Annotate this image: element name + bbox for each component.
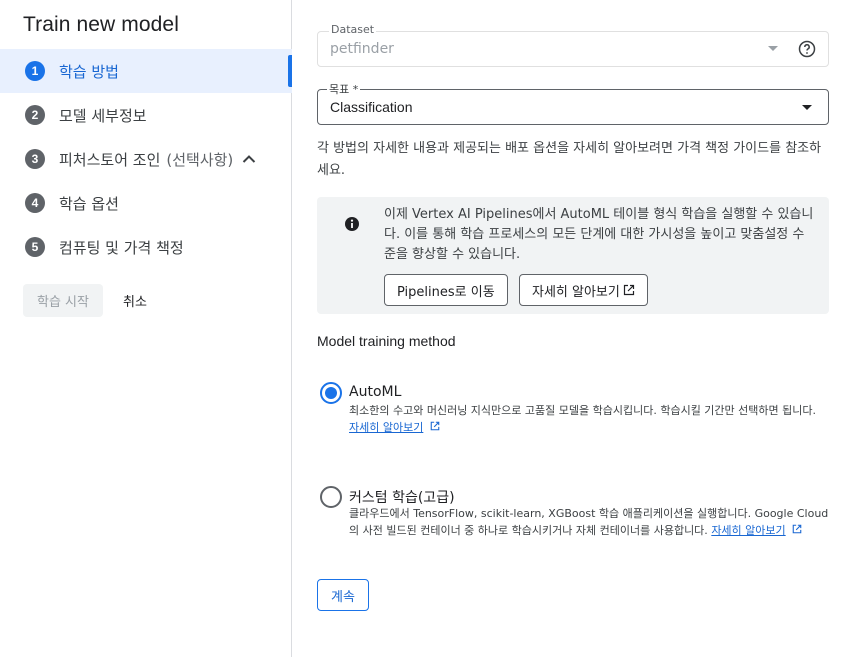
method-section-title: Model training method xyxy=(317,333,456,349)
custom-training-learn-more-link[interactable]: 자세히 알아보기 xyxy=(711,524,785,537)
step-feature-store-join[interactable]: 3 피처스토어 조인 (선택사항) xyxy=(0,137,292,181)
step-number-1: 1 xyxy=(25,61,45,81)
info-text: 이제 Vertex AI Pipelines에서 AutoML 테이블 형식 학… xyxy=(384,207,814,262)
continue-button[interactable]: 계속 xyxy=(317,579,369,611)
page-title: Train new model xyxy=(23,13,179,36)
step-training-options[interactable]: 4 학습 옵션 xyxy=(0,181,292,225)
automl-learn-more-link[interactable]: 자세히 알아보기 xyxy=(349,421,423,434)
custom-training-description: 클라우드에서 TensorFlow, scikit-learn, XGBoost… xyxy=(349,505,829,539)
step-optional-label: (선택사항) xyxy=(166,150,234,169)
learn-more-button[interactable]: 자세히 알아보기 xyxy=(519,274,648,306)
step-number-5: 5 xyxy=(25,237,45,257)
start-training-button[interactable]: 학습 시작 xyxy=(23,284,103,317)
custom-training-title: 커스텀 학습(고급) xyxy=(349,490,455,506)
cancel-button[interactable]: 취소 xyxy=(111,284,159,317)
info-banner: 이제 Vertex AI Pipelines에서 AutoML 테이블 형식 학… xyxy=(317,197,829,314)
external-link-icon xyxy=(792,524,802,534)
dataset-value: petfinder xyxy=(330,41,394,57)
step-compute-pricing[interactable]: 5 컴퓨팅 및 가격 책정 xyxy=(0,225,292,269)
step-number-3: 3 xyxy=(25,149,45,169)
goal-label: 목표 * xyxy=(327,81,361,97)
help-icon[interactable] xyxy=(798,40,816,58)
step-label: 모델 세부정보 xyxy=(59,106,147,125)
dropdown-arrow-icon xyxy=(802,105,812,110)
step-model-details[interactable]: 2 모델 세부정보 xyxy=(0,93,292,137)
automl-radio[interactable] xyxy=(320,382,342,404)
dataset-select[interactable]: Dataset petfinder xyxy=(317,23,829,67)
step-number-2: 2 xyxy=(25,105,45,125)
chevron-up-icon[interactable] xyxy=(241,151,257,167)
dataset-label: Dataset xyxy=(329,23,377,36)
goal-select[interactable]: 목표 * Classification xyxy=(317,81,829,125)
external-link-icon xyxy=(623,284,635,296)
external-link-icon xyxy=(430,421,440,431)
learn-more-label: 자세히 알아보기 xyxy=(532,284,620,300)
dropdown-arrow-icon xyxy=(768,46,778,51)
step-label: 학습 방법 xyxy=(59,62,119,81)
step-label: 피처스토어 조인 xyxy=(59,150,161,169)
go-to-pipelines-button[interactable]: Pipelines로 이동 xyxy=(384,274,508,306)
automl-description: 최소한의 수고와 머신러닝 지식만으로 고품질 모델을 학습시킵니다. 학습시킬… xyxy=(349,402,829,436)
goal-value: Classification xyxy=(330,99,413,115)
step-label: 컴퓨팅 및 가격 책정 xyxy=(59,238,184,257)
info-icon xyxy=(344,216,360,232)
step-training-method[interactable]: 1 학습 방법 xyxy=(0,49,292,93)
automl-description-text: 최소한의 수고와 머신러닝 지식만으로 고품질 모델을 학습시킵니다. 학습시킬… xyxy=(349,404,816,417)
automl-title: AutoML xyxy=(349,384,402,400)
method-description: 각 방법의 자세한 내용과 제공되는 배포 옵션을 자세히 알아보려면 가격 책… xyxy=(317,141,822,178)
go-to-pipelines-label: Pipelines로 이동 xyxy=(397,284,495,300)
custom-training-radio[interactable] xyxy=(320,486,342,508)
wizard-sidebar: Train new model 1 학습 방법 2 모델 세부정보 3 피처스토… xyxy=(0,0,292,657)
step-number-4: 4 xyxy=(25,193,45,213)
step-label: 학습 옵션 xyxy=(59,194,119,213)
